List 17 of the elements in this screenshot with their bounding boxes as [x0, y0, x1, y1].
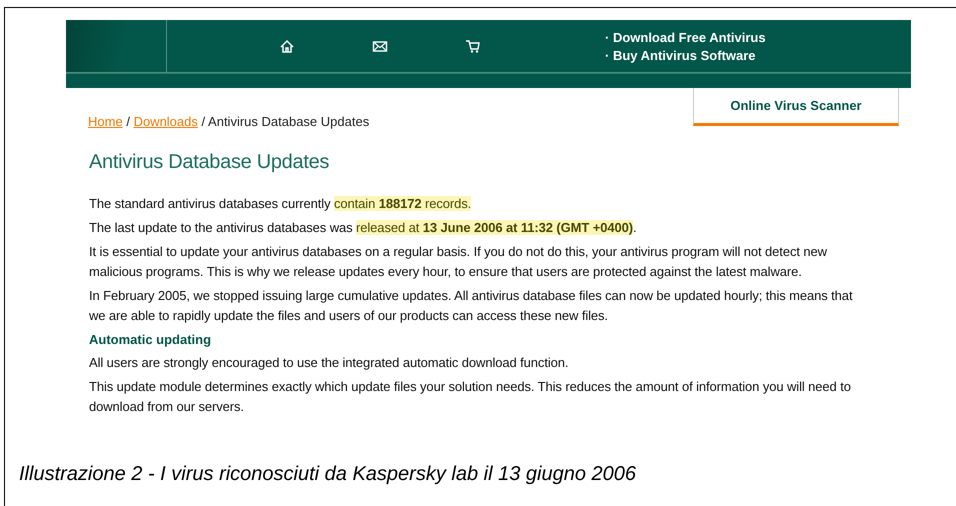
paragraph: All users are strongly encouraged to use the integrated automatic download function.	[89, 354, 570, 372]
paragraph: In February 2005, we stopped issuing large cumulative updates. All antivirus database files can now be updated hourly; this means that we are able to rapidly update the files and users of our products can access these new files.	[89, 287, 854, 325]
breadcrumb-separator: /	[126, 114, 130, 129]
paragraph: It is essential to update your antivirus databases on a regular basis. If you do not do this, your antivirus program will not detect new malicious programs. This is why we release updates every hour, to ensure that users are protected against the latest malware.	[89, 243, 828, 281]
figure-caption: Illustrazione 2 - I virus riconosciuti da Kaspersky lab il 13 giugno 2006	[19, 463, 636, 486]
header-link[interactable]: · Buy Antivirus Software	[605, 48, 766, 62]
paragraph: The last update to the antivirus databases was released at 13 June 2006 at 11:32 (GMT +0400).	[89, 219, 638, 237]
paragraph: This update module determines exactly which update files your solution needs. This reduces the amount of information you will need to download from our servers.	[89, 378, 852, 416]
online-scanner-tab[interactable]: Online Virus Scanner	[693, 88, 899, 126]
home-icon[interactable]	[279, 38, 295, 54]
breadcrumb-current: Antivirus Database Updates	[208, 114, 370, 129]
header-link[interactable]: · Download Free Antivirus	[605, 30, 766, 44]
cart-icon[interactable]	[465, 38, 481, 54]
paragraph: The standard antivirus databases currently contain 188172 records.	[89, 195, 472, 213]
page-title: Antivirus Database Updates	[89, 151, 330, 174]
breadcrumb-separator: /	[202, 114, 206, 129]
section-heading: Automatic updating	[89, 332, 212, 347]
